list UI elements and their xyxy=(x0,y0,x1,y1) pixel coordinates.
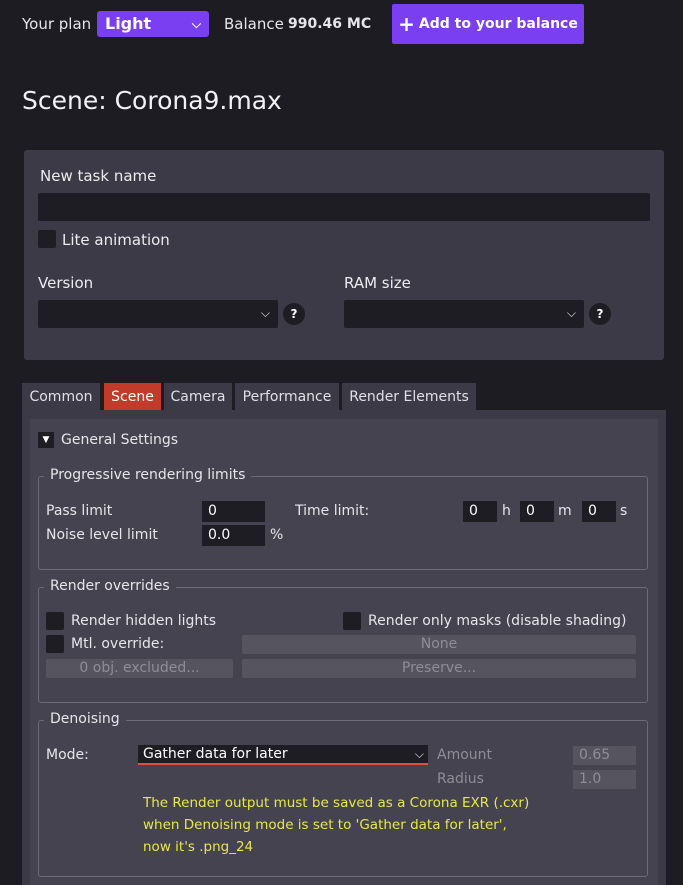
version-label: Version xyxy=(38,274,94,292)
version-select[interactable]: ⌵ xyxy=(38,300,278,328)
task-name-input[interactable] xyxy=(38,193,650,221)
lite-animation-label: Lite animation xyxy=(62,231,170,249)
denoising-mode-value: Gather data for later xyxy=(143,746,288,762)
radius-input[interactable]: 1.0 xyxy=(573,770,636,789)
mode-label: Mode: xyxy=(46,747,89,763)
mtl-override-label: Mtl. override: xyxy=(71,636,165,652)
hidden-lights-label: Render hidden lights xyxy=(71,613,217,629)
tab-performance[interactable]: Performance xyxy=(235,383,339,410)
pass-limit-label: Pass limit xyxy=(46,503,113,519)
hours-unit: h xyxy=(502,503,511,519)
time-limit-label: Time limit: xyxy=(295,503,370,519)
lite-animation-checkbox[interactable] xyxy=(38,230,56,248)
plus-icon: + xyxy=(398,12,415,36)
plan-value: Light xyxy=(105,14,152,33)
general-settings-label: General Settings xyxy=(61,432,179,448)
denoising-legend: Denoising xyxy=(44,711,126,727)
noise-unit: % xyxy=(270,527,284,543)
plan-label: Your plan xyxy=(22,15,92,33)
page-title: Scene: Corona9.max xyxy=(22,86,282,115)
hours-input[interactable]: 0 xyxy=(463,501,497,522)
tab-render-elements[interactable]: Render Elements xyxy=(342,383,476,410)
warning-line-3: now it's .png_24 xyxy=(143,839,254,855)
balance-label: Balance xyxy=(224,15,284,33)
ram-select[interactable]: ⌵ xyxy=(344,300,584,328)
version-help-icon[interactable]: ? xyxy=(283,303,305,325)
warning-line-2: when Denoising mode is set to 'Gather da… xyxy=(143,817,507,833)
plan-select[interactable]: Light ⌵ xyxy=(97,11,209,37)
tab-common[interactable]: Common xyxy=(22,383,100,410)
tab-camera[interactable]: Camera xyxy=(164,383,232,410)
seconds-unit: s xyxy=(620,503,628,519)
amount-input[interactable]: 0.65 xyxy=(573,746,636,765)
amount-label: Amount xyxy=(437,747,493,763)
denoising-mode-select[interactable]: Gather data for later ⌵ xyxy=(138,745,428,765)
noise-limit-input[interactable]: 0.0 xyxy=(202,525,265,546)
chevron-down-icon: ⌵ xyxy=(566,306,576,320)
excluded-objects-button[interactable]: 0 obj. excluded... xyxy=(46,659,233,678)
warning-line-1: The Render output must be saved as a Cor… xyxy=(143,795,530,811)
seconds-input[interactable]: 0 xyxy=(582,501,616,522)
ram-help-icon[interactable]: ? xyxy=(589,303,611,325)
minutes-unit: m xyxy=(558,503,572,519)
progressive-limits-group xyxy=(38,476,648,570)
chevron-down-icon: ⌵ xyxy=(260,306,270,320)
mtl-override-checkbox[interactable] xyxy=(46,635,64,653)
preserve-button[interactable]: Preserve... xyxy=(242,659,636,678)
radius-label: Radius xyxy=(437,771,484,787)
chevron-down-icon: ⌵ xyxy=(191,17,201,31)
hidden-lights-checkbox[interactable] xyxy=(46,612,64,630)
only-masks-checkbox[interactable] xyxy=(343,612,361,630)
collapse-triangle-icon[interactable]: ▼ xyxy=(38,432,54,448)
add-balance-button[interactable]: + Add to your balance xyxy=(392,4,584,44)
denoising-warning: The Render output must be saved as a Cor… xyxy=(143,792,643,858)
mtl-override-button[interactable]: None xyxy=(242,635,636,654)
tab-scene[interactable]: Scene xyxy=(104,383,161,410)
progressive-legend: Progressive rendering limits xyxy=(44,467,252,483)
ram-label: RAM size xyxy=(344,274,411,292)
pass-limit-input[interactable]: 0 xyxy=(202,501,265,522)
balance-value: 990.46 MC xyxy=(288,16,372,32)
add-balance-label: Add to your balance xyxy=(418,16,578,32)
task-name-label: New task name xyxy=(40,167,157,185)
noise-limit-label: Noise level limit xyxy=(46,527,158,543)
overrides-legend: Render overrides xyxy=(44,578,176,594)
chevron-down-icon: ⌵ xyxy=(414,747,424,761)
only-masks-label: Render only masks (disable shading) xyxy=(368,613,627,629)
minutes-input[interactable]: 0 xyxy=(520,501,554,522)
